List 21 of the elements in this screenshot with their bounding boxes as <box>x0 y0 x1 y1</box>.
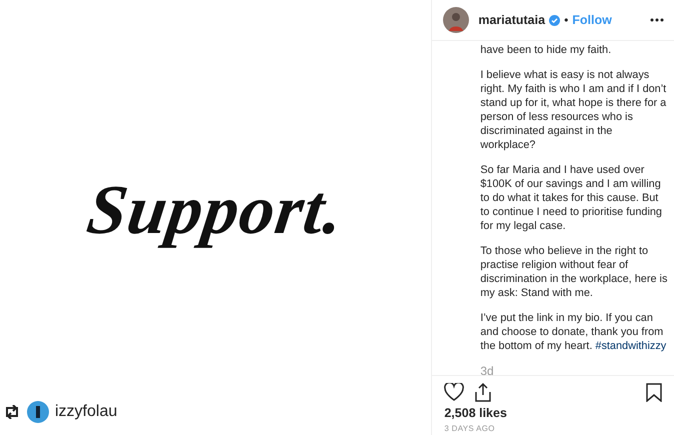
caption-paragraph: I believe what is easy is not always right. My faith is who I am and if I don’t stand up for it, what hope is there for a person of less resources who is discriminated against in the workplace? <box>480 68 668 152</box>
caption-paragraph: have been to hide my faith. <box>480 43 612 57</box>
post-date: 3 DAYS AGO <box>444 424 496 433</box>
caption-paragraph: To those who believe in the right to practise religion without fear of discrimination in the workplace, here is my ask: Stand with me. <box>480 244 668 300</box>
caption-paragraph: So far Maria and I have used over $100K of our savings and I am willing to do what it takes for this cause. But to continue I need to prioritise funding for my legal case. <box>480 163 663 233</box>
share-button[interactable] <box>474 382 492 402</box>
like-button[interactable] <box>444 383 464 401</box>
repost-icon <box>3 405 21 419</box>
likes-count: 2,508 likes <box>444 406 508 420</box>
post-time: 3d <box>480 364 495 375</box>
hashtag-link[interactable]: #standwithizzy <box>595 340 666 352</box>
more-icon[interactable] <box>650 18 664 22</box>
verified-badge-icon <box>549 14 560 26</box>
repost-username[interactable]: izzyfolau <box>55 403 118 421</box>
support-lettering: Support. <box>82 170 349 250</box>
avatar[interactable] <box>443 7 470 33</box>
username[interactable]: mariatutaia <box>478 13 546 27</box>
separator-dot: • <box>564 13 568 27</box>
avatar-icon <box>27 401 49 423</box>
caption-paragraph: I’ve put the link in my bio. If you can and choose to donate, thank you from the bottom of my heart. #standwithizzy <box>480 311 668 353</box>
bookmark-button[interactable] <box>646 382 662 402</box>
